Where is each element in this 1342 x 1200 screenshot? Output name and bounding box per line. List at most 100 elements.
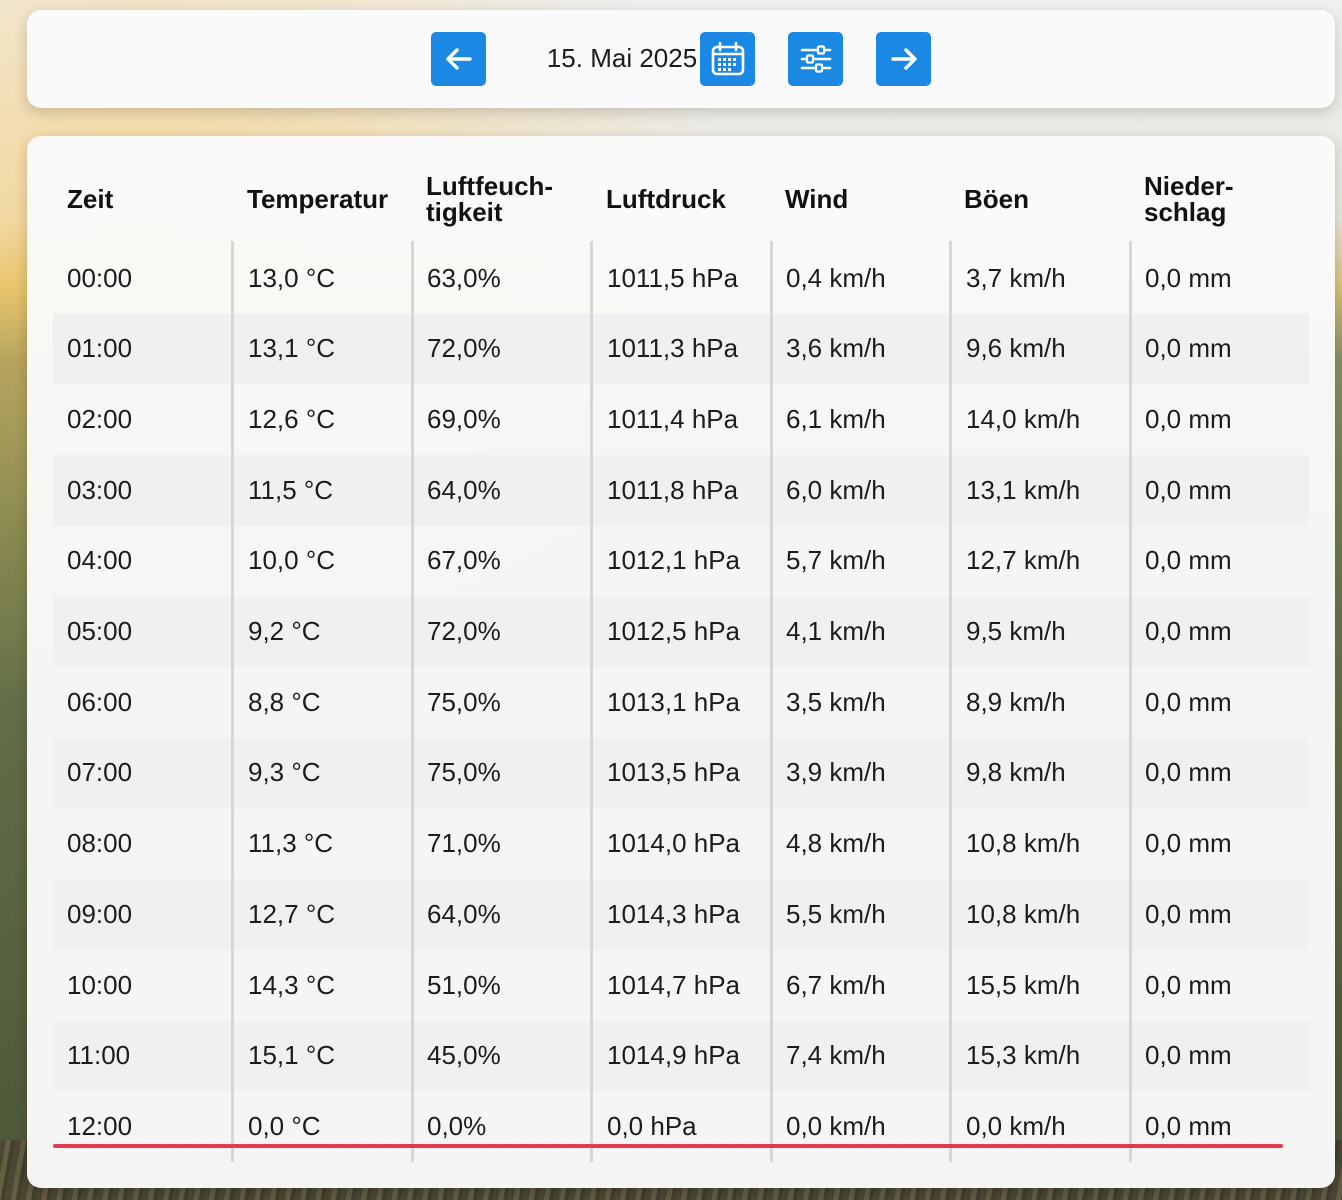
cell-wind: 5,7 km/h bbox=[786, 545, 886, 576]
cell-luftfeuchtigkeit: 63,0% bbox=[427, 262, 501, 293]
cell-boeen: 8,9 km/h bbox=[966, 686, 1066, 717]
cell-luftfeuchtigkeit: 64,0% bbox=[427, 898, 501, 929]
cell-zeit: 12:00 bbox=[67, 1110, 133, 1141]
cell-temperatur: 11,5 °C bbox=[248, 474, 334, 505]
cell-wind: 3,6 km/h bbox=[786, 333, 886, 364]
column-divider bbox=[1129, 241, 1132, 1162]
calendar-icon bbox=[711, 41, 744, 76]
cell-niederschlag: 0,0 mm bbox=[1145, 757, 1232, 788]
cell-luftdruck: 1014,0 hPa bbox=[607, 828, 741, 859]
filter-settings-button[interactable] bbox=[788, 32, 843, 86]
cell-niederschlag: 0,0 mm bbox=[1145, 828, 1232, 859]
cell-temperatur: 13,1 °C bbox=[248, 333, 336, 364]
cell-niederschlag: 0,0 mm bbox=[1145, 333, 1232, 364]
cell-luftdruck: 1012,1 hPa bbox=[607, 545, 741, 576]
cell-wind: 6,0 km/h bbox=[786, 474, 886, 505]
cell-wind: 0,0 km/h bbox=[786, 1110, 886, 1141]
cell-boeen: 10,8 km/h bbox=[966, 898, 1081, 929]
cell-boeen: 0,0 km/h bbox=[966, 1110, 1066, 1141]
header-luftfeuchtigkeit-line1: Luftfeuch- bbox=[426, 171, 554, 201]
cell-zeit: 00:00 bbox=[67, 262, 133, 293]
cell-boeen: 14,0 km/h bbox=[966, 403, 1081, 434]
header-luftdruck: Luftdruck bbox=[606, 184, 726, 214]
cell-zeit: 03:00 bbox=[67, 474, 133, 505]
cell-zeit: 05:00 bbox=[67, 616, 133, 646]
cell-luftdruck: 1013,5 hPa bbox=[607, 757, 741, 788]
cell-wind: 0,4 km/h bbox=[786, 262, 886, 293]
cell-luftfeuchtigkeit: 69,0% bbox=[427, 403, 501, 434]
column-divider bbox=[411, 241, 414, 1162]
cell-boeen: 15,5 km/h bbox=[966, 969, 1081, 1000]
cell-zeit: 02:00 bbox=[67, 403, 133, 434]
cell-luftfeuchtigkeit: 72,0% bbox=[427, 616, 501, 646]
cell-wind: 6,7 km/h bbox=[786, 969, 886, 1000]
header-temperatur: Temperatur bbox=[247, 184, 389, 214]
cell-luftdruck: 1014,7 hPa bbox=[607, 969, 741, 1000]
cell-niederschlag: 0,0 mm bbox=[1145, 474, 1232, 505]
cell-wind: 5,5 km/h bbox=[786, 898, 886, 929]
table-row: 04:00 10,0 °C 67,0% 1012,1 hPa 5,7 km/h 12,7 … bbox=[53, 526, 1309, 597]
cell-boeen: 3,7 km/h bbox=[966, 262, 1066, 293]
cell-temperatur: 10,0 °C bbox=[248, 545, 336, 576]
column-divider bbox=[949, 241, 952, 1162]
cell-zeit: 08:00 bbox=[67, 828, 133, 859]
header-wind: Wind bbox=[785, 184, 849, 214]
cell-luftdruck: 1011,4 hPa bbox=[607, 403, 739, 434]
cell-temperatur: 11,3 °C bbox=[248, 828, 334, 859]
cell-niederschlag: 0,0 mm bbox=[1145, 616, 1232, 646]
table-row: 02:00 12,6 °C 69,0% 1011,4 hPa 6,1 km/h 14,0 … bbox=[53, 384, 1309, 455]
cell-luftfeuchtigkeit: 64,0% bbox=[427, 474, 501, 505]
cell-luftdruck: 0,0 hPa bbox=[607, 1110, 697, 1141]
cell-niederschlag: 0,0 mm bbox=[1145, 1040, 1232, 1071]
header-niederschlag-line1: Nieder- bbox=[1144, 171, 1234, 201]
cell-temperatur: 14,3 °C bbox=[248, 969, 336, 1000]
cell-boeen: 9,6 km/h bbox=[966, 333, 1066, 364]
table-row: 06:00 8,8 °C 75,0% 1013,1 hPa 3,5 km/h 8,9 km… bbox=[53, 667, 1309, 738]
cell-wind: 3,9 km/h bbox=[786, 757, 886, 788]
cell-temperatur: 8,8 °C bbox=[248, 686, 321, 717]
cell-wind: 4,1 km/h bbox=[786, 616, 886, 646]
cell-luftdruck: 1011,3 hPa bbox=[607, 333, 739, 364]
table-row: 11:00 15,1 °C 45,0% 1014,9 hPa 7,4 km/h 15,3 … bbox=[53, 1020, 1309, 1092]
arrow-left-icon bbox=[445, 48, 472, 70]
cell-wind: 6,1 km/h bbox=[786, 403, 886, 434]
cell-luftdruck: 1014,9 hPa bbox=[607, 1040, 741, 1071]
cell-boeen: 9,5 km/h bbox=[966, 616, 1066, 646]
cell-wind: 7,4 km/h bbox=[786, 1040, 886, 1071]
cell-luftdruck: 1011,8 hPa bbox=[607, 474, 739, 505]
previous-day-button[interactable] bbox=[431, 32, 486, 86]
cell-boeen: 9,8 km/h bbox=[966, 757, 1066, 788]
table-row: 12:00 0,0 °C 0,0% 0,0 hPa 0,0 km/h 0,0 km/h 0,… bbox=[53, 1091, 1309, 1162]
next-day-button[interactable] bbox=[876, 32, 931, 86]
calendar-button[interactable] bbox=[700, 32, 755, 86]
column-divider bbox=[231, 241, 234, 1162]
column-divider bbox=[770, 241, 773, 1162]
table-row: 03:00 11,5 °C 64,0% 1011,8 hPa 6,0 km/h 13,1 … bbox=[53, 455, 1309, 526]
sliders-icon bbox=[800, 45, 831, 73]
cell-luftfeuchtigkeit: 67,0% bbox=[427, 545, 501, 576]
cell-luftdruck: 1013,1 hPa bbox=[607, 686, 741, 717]
table-row: 09:00 12,7 °C 64,0% 1014,3 hPa 5,5 km/h 10,8 … bbox=[53, 879, 1309, 950]
cell-luftfeuchtigkeit: 72,0% bbox=[427, 333, 501, 364]
cell-temperatur: 9,3 °C bbox=[248, 757, 321, 788]
cell-zeit: 06:00 bbox=[67, 686, 133, 717]
cell-niederschlag: 0,0 mm bbox=[1145, 545, 1232, 576]
cell-niederschlag: 0,0 mm bbox=[1145, 686, 1232, 717]
table-row: 10:00 14,3 °C 51,0% 1014,7 hPa 6,7 km/h 15,5 … bbox=[53, 950, 1309, 1021]
cell-luftdruck: 1012,5 hPa bbox=[607, 616, 741, 646]
cell-luftfeuchtigkeit: 71,0% bbox=[427, 828, 501, 859]
cell-luftfeuchtigkeit: 75,0% bbox=[427, 757, 501, 788]
table-header: Zeit Temperatur Luftfeuch- tigkeit Luftd… bbox=[53, 156, 1309, 242]
cell-zeit: 10:00 bbox=[67, 969, 133, 1000]
cell-boeen: 12,7 km/h bbox=[966, 545, 1081, 576]
header-luftfeuchtigkeit: Luftfeuch- tigkeit bbox=[426, 156, 553, 242]
cell-temperatur: 0,0 °C bbox=[248, 1110, 321, 1141]
arrow-right-icon bbox=[890, 48, 917, 70]
cell-temperatur: 12,6 °C bbox=[248, 403, 336, 434]
table-row: 08:00 11,3 °C 71,0% 1014,0 hPa 4,8 km/h 10,8 … bbox=[53, 809, 1309, 880]
cell-luftfeuchtigkeit: 0,0% bbox=[427, 1110, 487, 1141]
table-row: 00:00 13,0 °C 63,0% 1011,5 hPa 0,4 km/h 3,7 k… bbox=[53, 243, 1309, 314]
header-luftfeuchtigkeit-line2: tigkeit bbox=[426, 197, 503, 227]
cell-wind: 4,8 km/h bbox=[786, 828, 886, 859]
cell-niederschlag: 0,0 mm bbox=[1145, 262, 1232, 293]
